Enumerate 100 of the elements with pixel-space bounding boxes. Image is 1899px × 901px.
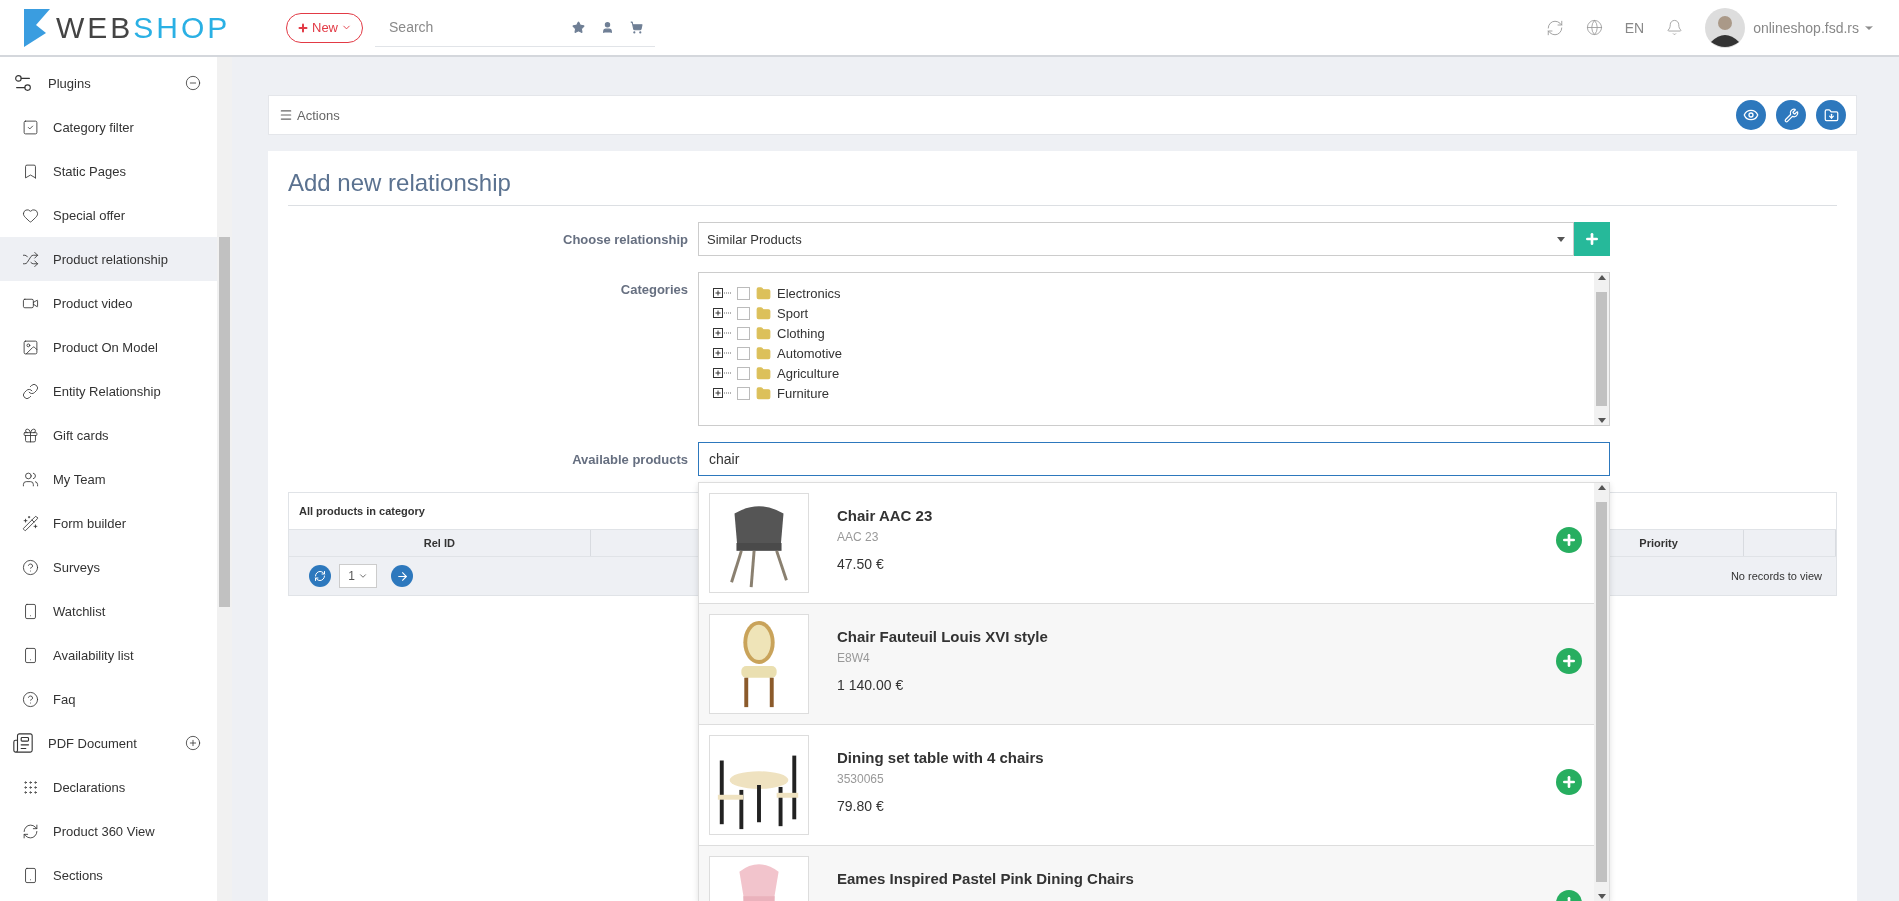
empty-message: No records to view bbox=[1730, 570, 1822, 582]
bell-icon[interactable] bbox=[1666, 19, 1684, 36]
star-icon[interactable] bbox=[572, 20, 585, 34]
sidebar-item[interactable]: My Team bbox=[0, 457, 217, 501]
refresh-icon bbox=[314, 570, 326, 582]
result-item[interactable]: Dining set table with 4 chairs 3530065 79.80 € bbox=[699, 725, 1594, 846]
folder-icon bbox=[756, 385, 771, 401]
plus-icon bbox=[1584, 231, 1600, 247]
expand-icon[interactable] bbox=[713, 287, 731, 299]
expand-icon[interactable] bbox=[713, 367, 731, 379]
relationship-select[interactable]: Similar Products bbox=[698, 222, 1574, 256]
avatar[interactable] bbox=[1705, 7, 1746, 48]
expand-icon[interactable] bbox=[713, 307, 731, 319]
user-icon[interactable] bbox=[601, 20, 614, 34]
expand-icon[interactable] bbox=[713, 327, 731, 339]
scrollbar-thumb[interactable] bbox=[1596, 292, 1607, 406]
expand-icon[interactable] bbox=[185, 735, 201, 751]
checkbox[interactable] bbox=[737, 326, 750, 340]
sidebar-group[interactable]: Plugins bbox=[0, 61, 217, 105]
collapse-icon[interactable] bbox=[185, 75, 201, 91]
page-title: Add new relationship bbox=[288, 169, 1837, 206]
phone-icon bbox=[22, 646, 39, 664]
field-label: Choose relationship bbox=[562, 231, 688, 247]
checkbox[interactable] bbox=[737, 366, 750, 380]
field-label: Available products bbox=[571, 451, 688, 467]
logo-icon bbox=[24, 8, 50, 47]
sidebar-item[interactable]: Product relationship bbox=[0, 237, 217, 281]
sidebar-item[interactable]: Watchlist bbox=[0, 589, 217, 633]
column-header: Rel ID bbox=[289, 530, 591, 556]
dots-icon bbox=[22, 778, 39, 796]
add-product-button[interactable] bbox=[1556, 648, 1582, 674]
phone-icon bbox=[22, 602, 39, 620]
checkbox[interactable] bbox=[737, 306, 750, 320]
sidebar-item[interactable]: Declarations bbox=[0, 765, 217, 809]
expand-icon[interactable] bbox=[713, 347, 731, 359]
cart-icon[interactable] bbox=[630, 20, 643, 34]
people-icon bbox=[22, 470, 39, 488]
checkbox[interactable] bbox=[737, 386, 750, 400]
tree-item[interactable]: Sport bbox=[777, 305, 809, 321]
folder-icon bbox=[756, 365, 771, 381]
sidebar-item[interactable]: Static Pages bbox=[0, 149, 217, 193]
result-item[interactable]: Chair Fauteuil Louis XVI style E8W4 1 140.00 € bbox=[699, 604, 1594, 725]
sidebar-item[interactable]: Product On Model bbox=[0, 325, 217, 369]
page-select[interactable]: 1 bbox=[339, 564, 377, 588]
add-product-button[interactable] bbox=[1556, 527, 1582, 553]
document-icon bbox=[12, 732, 34, 754]
tree-item[interactable]: Clothing bbox=[777, 325, 825, 341]
sidebar-item[interactable]: Category filter bbox=[0, 105, 217, 149]
sidebar-group[interactable]: PDF Document bbox=[0, 721, 217, 765]
result-item[interactable]: Eames Inspired Pastel Pink Dining Chairs bbox=[699, 846, 1594, 901]
sidebar-item[interactable]: Form builder bbox=[0, 501, 217, 545]
table-title: All products in category bbox=[299, 505, 425, 517]
sidebar-item[interactable]: Special offer bbox=[0, 193, 217, 237]
arrow-right-icon bbox=[395, 569, 409, 583]
refresh-icon bbox=[22, 822, 39, 840]
wand-icon bbox=[22, 514, 39, 532]
bookmark-icon bbox=[22, 162, 39, 180]
checkbox[interactable] bbox=[737, 346, 750, 360]
language-menu[interactable]: EN bbox=[1624, 19, 1645, 36]
add-product-button[interactable] bbox=[1556, 769, 1582, 795]
sidebar-item[interactable]: Product video bbox=[0, 281, 217, 325]
sidebar-item[interactable]: Faq bbox=[0, 677, 217, 721]
sidebar-item[interactable]: Availability list bbox=[0, 633, 217, 677]
plus-icon bbox=[1561, 532, 1577, 548]
globe-icon[interactable] bbox=[1585, 19, 1603, 36]
heart-icon bbox=[22, 206, 39, 224]
add-button[interactable] bbox=[1574, 222, 1610, 256]
scrollbar-thumb[interactable] bbox=[219, 237, 230, 607]
next-button[interactable] bbox=[391, 565, 413, 587]
expand-icon[interactable] bbox=[713, 387, 731, 399]
result-item[interactable]: Chair AAC 23 AAC 23 47.50 € bbox=[699, 483, 1594, 604]
tree-item[interactable]: Agriculture bbox=[777, 365, 840, 381]
menu-icon[interactable] bbox=[279, 108, 293, 122]
reload-button[interactable] bbox=[309, 565, 331, 587]
question-icon bbox=[22, 690, 39, 708]
plus-icon bbox=[297, 21, 309, 34]
sidebar-item[interactable]: Gift cards bbox=[0, 413, 217, 457]
sidebar-item[interactable]: Product 360 View bbox=[0, 809, 217, 853]
checkbox[interactable] bbox=[737, 286, 750, 300]
folder-button[interactable] bbox=[1816, 100, 1846, 130]
user-menu[interactable]: onlineshop.fsd.rs bbox=[1753, 19, 1875, 36]
view-button[interactable] bbox=[1736, 100, 1766, 130]
tree-item[interactable]: Electronics bbox=[777, 285, 841, 301]
tree-item[interactable]: Furniture bbox=[777, 385, 830, 401]
plus-icon bbox=[1561, 774, 1577, 790]
scrollbar-thumb[interactable] bbox=[1596, 502, 1607, 882]
phone-icon bbox=[22, 866, 39, 884]
folder-icon bbox=[756, 285, 771, 301]
sidebar-item[interactable]: Entity Relationship bbox=[0, 369, 217, 413]
folder-icon bbox=[756, 345, 771, 361]
sidebar-item[interactable]: Surveys bbox=[0, 545, 217, 589]
question-icon bbox=[22, 558, 39, 576]
field-label: Categories bbox=[619, 281, 688, 297]
image-icon bbox=[22, 338, 39, 356]
refresh-icon[interactable] bbox=[1545, 18, 1564, 37]
product-search-field[interactable]: chair bbox=[698, 442, 1610, 476]
tree-item[interactable]: Automotive bbox=[777, 345, 843, 361]
sidebar-item[interactable]: Sections bbox=[0, 853, 217, 897]
wrench-button[interactable] bbox=[1776, 100, 1806, 130]
new-button[interactable]: New bbox=[286, 12, 363, 43]
